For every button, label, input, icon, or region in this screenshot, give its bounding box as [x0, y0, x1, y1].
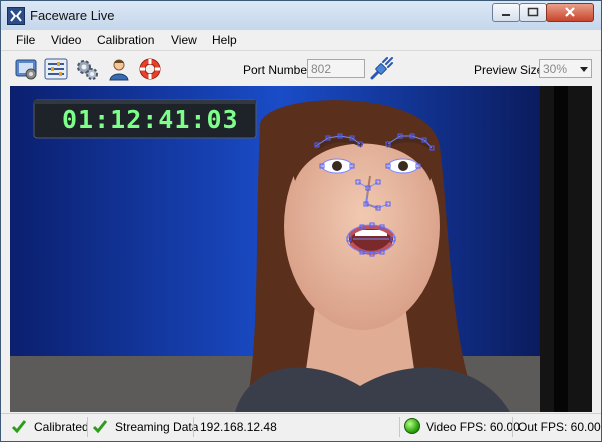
camera-settings-icon[interactable]: [14, 57, 38, 81]
help-lifebuoy-icon[interactable]: [138, 57, 162, 81]
timecode-display: 01:12:41:03: [62, 105, 239, 134]
close-button[interactable]: [546, 3, 594, 22]
video-fps: Video FPS: 60.00: [426, 420, 520, 434]
checkmark-icon: [11, 420, 27, 434]
menu-help[interactable]: Help: [212, 33, 237, 47]
menu-view[interactable]: View: [171, 33, 197, 47]
preview-size-value: 30%: [543, 62, 568, 76]
maximize-icon: [527, 7, 539, 17]
sliders-icon[interactable]: [44, 57, 68, 81]
title-bar[interactable]: Faceware Live: [1, 1, 601, 30]
status-divider: [399, 417, 400, 437]
live-indicator-icon: [404, 418, 420, 434]
preview-size-label: Preview Size:: [474, 63, 547, 77]
status-divider: [193, 417, 194, 437]
camera-feed-image: [10, 86, 592, 412]
app-window: Faceware Live File Video Calibration Vie…: [0, 0, 602, 442]
close-icon: [565, 7, 575, 17]
out-fps: Out FPS: 60.00: [518, 420, 601, 434]
window-title: Faceware Live: [30, 8, 115, 23]
port-number-input[interactable]: [307, 59, 365, 78]
menu-calibration[interactable]: Calibration: [97, 33, 154, 47]
video-preview[interactable]: 01:12:41:03: [10, 86, 592, 412]
minimize-icon: [502, 14, 510, 16]
toolbar: Port Number: Preview Size: 30%: [1, 50, 601, 86]
menu-file[interactable]: File: [16, 33, 35, 47]
status-bar: Calibrated Streaming Data 192.168.12.48 …: [1, 413, 601, 441]
preview-size-dropdown[interactable]: 30%: [539, 59, 592, 78]
minimize-button[interactable]: [492, 3, 520, 22]
user-icon[interactable]: [107, 57, 131, 81]
menu-bar: File Video Calibration View Help: [1, 30, 601, 50]
gears-icon[interactable]: [75, 57, 99, 81]
port-number-label: Port Number:: [243, 63, 315, 77]
faceware-logo-icon: [7, 7, 25, 25]
status-divider: [512, 417, 513, 437]
connect-plug-icon[interactable]: [369, 57, 395, 81]
status-divider: [87, 417, 88, 437]
calibrated-status: Calibrated: [34, 420, 89, 434]
checkmark-icon: [92, 420, 108, 434]
maximize-button[interactable]: [519, 3, 547, 22]
chevron-down-icon: [580, 67, 588, 72]
ip-address: 192.168.12.48: [200, 420, 277, 434]
streaming-status: Streaming Data: [115, 420, 199, 434]
menu-video[interactable]: Video: [51, 33, 81, 47]
